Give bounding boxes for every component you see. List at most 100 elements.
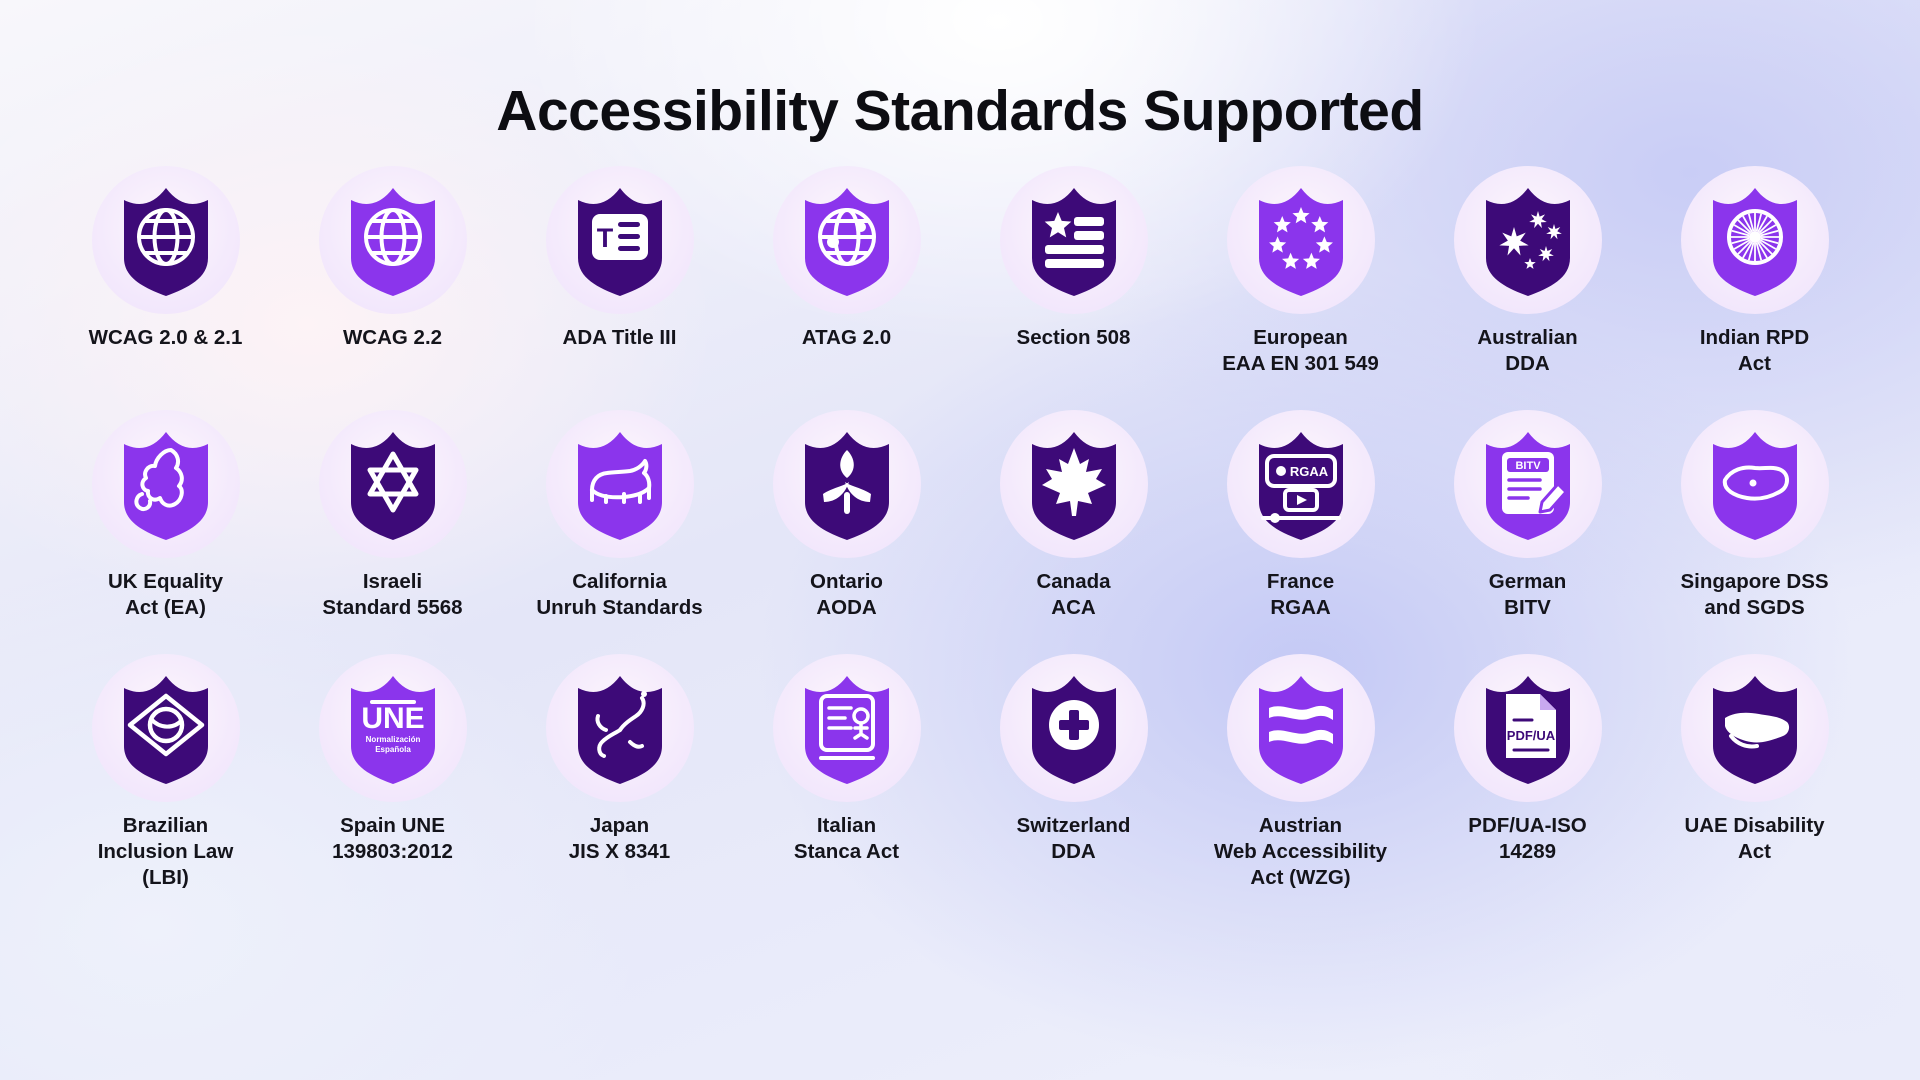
standard-badge[interactable]: Brazilian Inclusion Law (LBI) (52, 654, 279, 898)
badge-label: Austrian Web Accessibility Act (WZG) (1213, 814, 1388, 890)
standard-badge[interactable]: Indian RPD Act (1641, 166, 1868, 410)
standard-badge[interactable]: ATAG 2.0 (733, 166, 960, 410)
badge-label: ADA Title III (562, 326, 677, 349)
badge-medallion: UNE Normalización Española (318, 654, 467, 802)
badge-label: Canada ACA (1036, 570, 1111, 620)
badge-label: Section 508 (1016, 326, 1131, 349)
standard-badge[interactable]: UNE Normalización Española Spain UNE 139… (279, 654, 506, 898)
badge-medallion: PDF/UA (1453, 654, 1602, 802)
badge-label: Ontario AODA (810, 570, 883, 620)
swiss-cross-icon (1026, 672, 1122, 784)
standard-badge[interactable]: Israeli Standard 5568 (279, 410, 506, 654)
svg-text:BITV: BITV (1515, 460, 1541, 472)
standard-badge[interactable]: European EAA EN 301 549 (1187, 166, 1414, 410)
badge-medallion (999, 410, 1148, 558)
page-root: Accessibility Standards Supported WCAG 2… (0, 0, 1920, 1080)
badge-label: Switzerland DDA (1016, 814, 1131, 864)
badge-medallion (318, 166, 467, 314)
globe-icon (345, 184, 441, 296)
standard-badge[interactable]: BITV German BITV (1414, 410, 1641, 654)
svg-text:Normalización: Normalización (365, 735, 420, 744)
une-logo-icon: UNE Normalización Española (345, 672, 441, 784)
badge-label: European EAA EN 301 549 (1222, 326, 1379, 376)
badge-label: Indian RPD Act (1699, 326, 1810, 376)
standard-badge[interactable]: Section 508 (960, 166, 1187, 410)
rgaa-screen-icon: RGAA (1253, 428, 1349, 540)
badge-medallion (545, 654, 694, 802)
badge-medallion (1453, 166, 1602, 314)
trillium-icon (799, 428, 895, 540)
svg-text:PDF/UA: PDF/UA (1506, 728, 1555, 743)
uk-map-icon (118, 428, 214, 540)
japan-map-icon (572, 672, 668, 784)
standard-badge[interactable]: Australian DDA (1414, 166, 1641, 410)
badge-label: Italian Stanca Act (793, 814, 900, 864)
standard-badge[interactable]: California Unruh Standards (506, 410, 733, 654)
standard-badge[interactable]: UK Equality Act (EA) (52, 410, 279, 654)
badge-label: Spain UNE 139803:2012 (332, 814, 453, 864)
badge-medallion: RGAA (1226, 410, 1375, 558)
standard-badge[interactable]: UAE Disability Act (1641, 654, 1868, 898)
southern-cross-icon (1480, 184, 1576, 296)
badge-label: Israeli Standard 5568 (322, 570, 463, 620)
svg-text:RGAA: RGAA (1289, 464, 1328, 479)
badge-label: California Unruh Standards (536, 570, 703, 620)
singapore-map-icon (1707, 428, 1803, 540)
badge-medallion (999, 654, 1148, 802)
badge-medallion (91, 654, 240, 802)
badge-label: UAE Disability Act (1684, 814, 1825, 864)
badge-label: France RGAA (1266, 570, 1335, 620)
standard-badge[interactable]: Japan JIS X 8341 (506, 654, 733, 898)
us-flag-icon (1026, 184, 1122, 296)
badge-label: WCAG 2.2 (342, 326, 443, 349)
badge-medallion (318, 410, 467, 558)
standard-badge[interactable]: Switzerland DDA (960, 654, 1187, 898)
standard-badge[interactable]: Austrian Web Accessibility Act (WZG) (1187, 654, 1414, 898)
badge-label: Brazilian Inclusion Law (LBI) (97, 814, 234, 890)
badge-medallion (1680, 166, 1829, 314)
badge-medallion: BITV (1453, 410, 1602, 558)
globe-icon (118, 184, 214, 296)
bitv-document-icon: BITV (1480, 428, 1576, 540)
standard-badge[interactable]: Canada ACA (960, 410, 1187, 654)
badge-medallion (91, 410, 240, 558)
austria-flag-icon (1253, 672, 1349, 784)
badge-medallion (1226, 166, 1375, 314)
standard-badge[interactable]: Singapore DSS and SGDS (1641, 410, 1868, 654)
globe-network-icon (799, 184, 895, 296)
badge-medallion (772, 410, 921, 558)
pdfua-file-icon: PDF/UA (1480, 672, 1576, 784)
badge-label: Japan JIS X 8341 (568, 814, 671, 864)
bear-icon (572, 428, 668, 540)
badge-medallion (772, 654, 921, 802)
uae-map-icon (1707, 672, 1803, 784)
brazil-flag-icon (118, 672, 214, 784)
star-of-david-icon (345, 428, 441, 540)
stanca-display-icon (799, 672, 895, 784)
standard-badge[interactable]: Ontario AODA (733, 410, 960, 654)
badge-label: German BITV (1488, 570, 1567, 620)
maple-leaf-icon (1026, 428, 1122, 540)
text-document-icon: T (572, 184, 668, 296)
svg-text:T: T (596, 223, 613, 253)
badge-label: UK Equality Act (EA) (107, 570, 224, 620)
standard-badge[interactable]: WCAG 2.0 & 2.1 (52, 166, 279, 410)
standard-badge[interactable]: Italian Stanca Act (733, 654, 960, 898)
badge-medallion (999, 166, 1148, 314)
standard-badge[interactable]: PDF/UA PDF/UA-ISO 14289 (1414, 654, 1641, 898)
badge-label: Australian DDA (1477, 326, 1578, 376)
standard-badge[interactable]: T ADA Title III (506, 166, 733, 410)
badge-label: ATAG 2.0 (801, 326, 892, 349)
page-title: Accessibility Standards Supported (496, 79, 1424, 143)
badge-medallion (1226, 654, 1375, 802)
eu-stars-icon (1253, 184, 1349, 296)
ashoka-chakra-icon (1707, 184, 1803, 296)
badge-label: PDF/UA-ISO 14289 (1468, 814, 1587, 864)
standard-badge[interactable]: WCAG 2.2 (279, 166, 506, 410)
badge-medallion (91, 166, 240, 314)
badge-medallion (1680, 654, 1829, 802)
badge-medallion (1680, 410, 1829, 558)
standard-badge[interactable]: RGAA France RGAA (1187, 410, 1414, 654)
svg-text:Española: Española (375, 745, 411, 754)
badge-medallion (772, 166, 921, 314)
